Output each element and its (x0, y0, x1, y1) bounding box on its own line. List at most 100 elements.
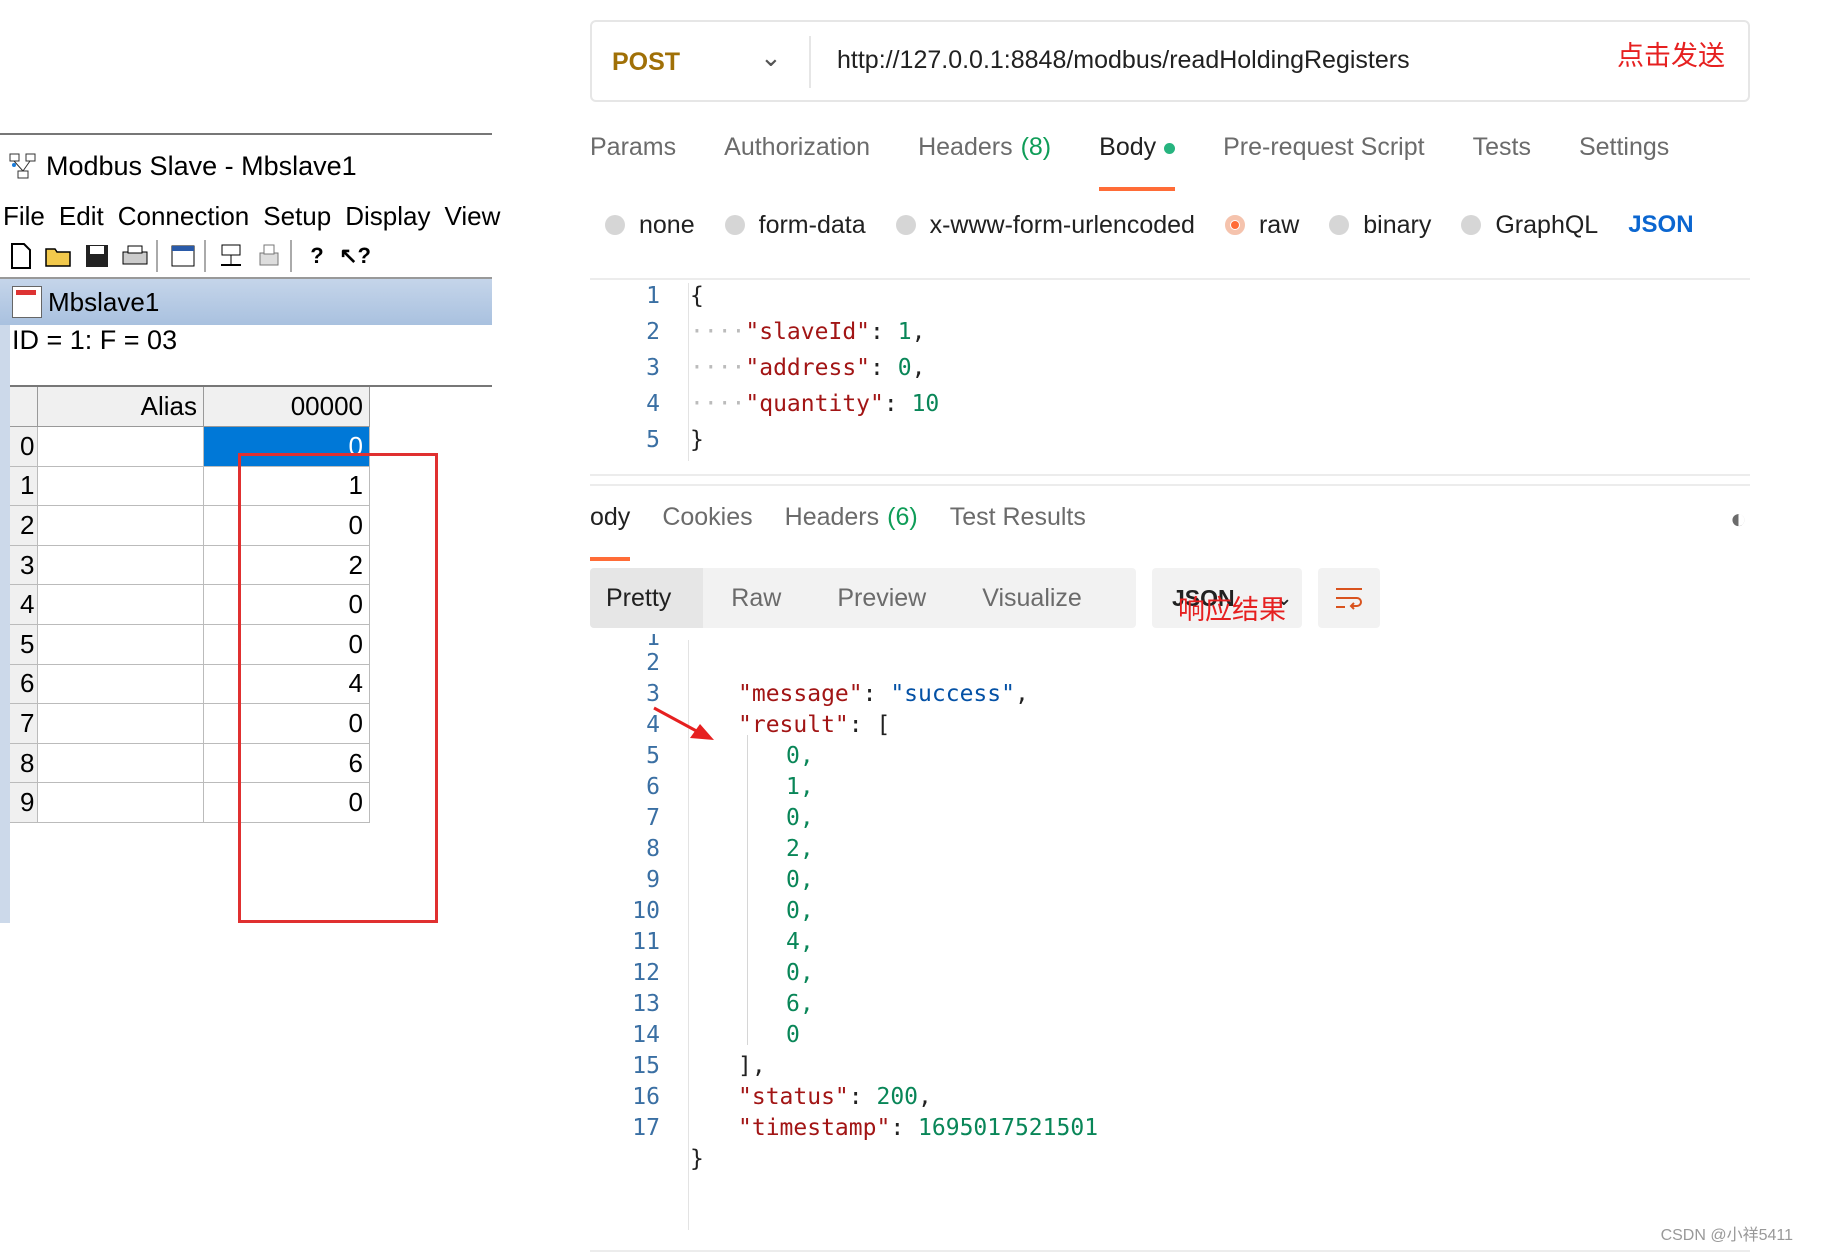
body-format-select[interactable]: JSON (1628, 211, 1693, 239)
wrap-lines-button[interactable] (1318, 568, 1380, 628)
colon: : (883, 391, 912, 417)
print-icon[interactable] (118, 239, 152, 273)
result-annotation: 响应结果 (1178, 595, 1286, 625)
radio-urlencoded[interactable]: x-www-form-urlencoded (895, 211, 1195, 240)
radio-raw[interactable]: raw (1224, 211, 1299, 240)
alias-cell[interactable] (38, 466, 204, 507)
radio-form-data[interactable]: form-data (724, 210, 866, 240)
connect-icon[interactable] (214, 239, 248, 273)
chevron-down-icon[interactable]: ⌄ (760, 42, 782, 73)
json-key: "message" (738, 681, 863, 707)
tab-body[interactable]: Body (1099, 133, 1176, 191)
tab-authorization[interactable]: Authorization (724, 133, 870, 177)
alias-cell[interactable] (38, 506, 204, 546)
toolbar-separator (204, 240, 206, 272)
indent-guide (747, 735, 748, 1045)
open-folder-icon[interactable] (42, 239, 76, 273)
url-input[interactable]: http://127.0.0.1:8848/modbus/readHolding… (837, 46, 1410, 75)
row-header[interactable]: 2 (10, 506, 38, 546)
context-help-icon[interactable]: ↖? (338, 239, 372, 273)
tab-tests[interactable]: Tests (1473, 133, 1531, 177)
alias-cell[interactable] (38, 783, 204, 823)
column-header-address[interactable]: 00000 (204, 387, 370, 427)
radio-label: GraphQL (1495, 210, 1599, 239)
row-header[interactable]: 5 (10, 625, 38, 665)
tab-response-headers[interactable]: Headers (6) (785, 503, 918, 547)
result-array-item: 6, (786, 991, 814, 1017)
radio-none[interactable]: none (605, 211, 695, 240)
column-header-alias[interactable]: Alias (38, 387, 204, 427)
radio-circle (1461, 215, 1482, 235)
toolbar-separator (290, 240, 292, 272)
tab-settings[interactable]: Settings (1579, 133, 1669, 177)
printer-preview-icon[interactable] (252, 239, 286, 273)
menu-edit[interactable]: Edit (59, 201, 104, 232)
help-icon[interactable]: ? (300, 239, 334, 273)
alias-cell[interactable] (38, 704, 204, 744)
row-header[interactable]: 8 (10, 743, 38, 784)
globe-icon[interactable]: ◐ (1730, 503, 1747, 535)
radio-label: form-data (758, 210, 866, 239)
alias-cell[interactable] (38, 664, 204, 705)
tab-params[interactable]: Params (590, 133, 676, 177)
row-header[interactable]: 6 (10, 664, 38, 705)
json-value: "success" (890, 681, 1015, 707)
body-indicator-dot (1164, 142, 1176, 154)
row-header[interactable]: 4 (10, 585, 38, 625)
request-body-editor[interactable]: 1 2 3 4 5 { ····"slaveId": 1, ····"addre… (590, 283, 1750, 473)
alias-cell[interactable] (38, 625, 204, 665)
code-line: } (690, 427, 704, 453)
json-key: "status" (738, 1084, 849, 1110)
row-header[interactable]: 7 (10, 704, 38, 744)
menu-setup[interactable]: Setup (263, 201, 331, 232)
tab-pre-request-script[interactable]: Pre-request Script (1223, 133, 1424, 177)
view-preview[interactable]: Preview (781, 584, 926, 613)
code-line: ····"slaveId": 1, (690, 319, 925, 349)
colon: : (870, 355, 898, 381)
menu-file[interactable]: File (3, 201, 45, 232)
tab-response-body[interactable]: ody (590, 503, 631, 561)
view-visualize[interactable]: Visualize (926, 584, 1082, 613)
alias-cell[interactable] (38, 743, 204, 784)
radio-circle (895, 215, 916, 235)
document-icon (12, 286, 42, 318)
code-line: "timestamp": 1695017521501 (738, 1115, 1098, 1145)
alias-cell[interactable] (38, 585, 204, 625)
row-header[interactable]: 3 (10, 545, 38, 586)
divider (590, 1250, 1750, 1252)
wrap-lines-icon (1336, 588, 1362, 610)
view-raw[interactable]: Raw (703, 584, 781, 613)
row-header[interactable]: 0 (10, 427, 38, 467)
row-header[interactable]: 1 (10, 466, 38, 507)
postman-panel: POST ⌄ http://127.0.0.1:8848/modbus/read… (590, 0, 1823, 1255)
tab-headers-label: Headers (918, 133, 1013, 161)
radio-circle (605, 215, 625, 235)
row-header[interactable]: 9 (10, 783, 38, 823)
menu-display[interactable]: Display (345, 201, 430, 232)
alias-cell[interactable] (38, 427, 204, 467)
tab-test-results[interactable]: Test Results (950, 503, 1086, 547)
line-number: 5 (646, 427, 660, 453)
radio-circle (1329, 215, 1350, 235)
method-select[interactable]: POST (612, 48, 680, 77)
radio-circle-selected (1224, 215, 1245, 235)
tab-headers[interactable]: Headers (8) (918, 133, 1051, 177)
new-file-icon[interactable] (4, 239, 38, 273)
line-number: 2 (646, 319, 660, 345)
radio-graphql[interactable]: GraphQL (1461, 211, 1598, 240)
json-value: 200 (876, 1084, 919, 1110)
result-array-item: 0, (786, 805, 814, 831)
result-array-item: 0, (786, 898, 814, 924)
colon-bracket: : [ (848, 712, 891, 738)
menu-view[interactable]: View (444, 201, 500, 232)
colon: : (862, 681, 891, 707)
save-icon[interactable] (80, 239, 114, 273)
alias-cell[interactable] (38, 545, 204, 586)
radio-binary[interactable]: binary (1329, 211, 1431, 240)
menu-connection[interactable]: Connection (118, 201, 250, 232)
view-pretty[interactable]: Pretty (590, 568, 704, 628)
window-icon[interactable] (166, 239, 200, 273)
line-number: 3 (646, 681, 660, 707)
tab-count: (6) (887, 503, 918, 531)
tab-cookies[interactable]: Cookies (662, 503, 752, 547)
